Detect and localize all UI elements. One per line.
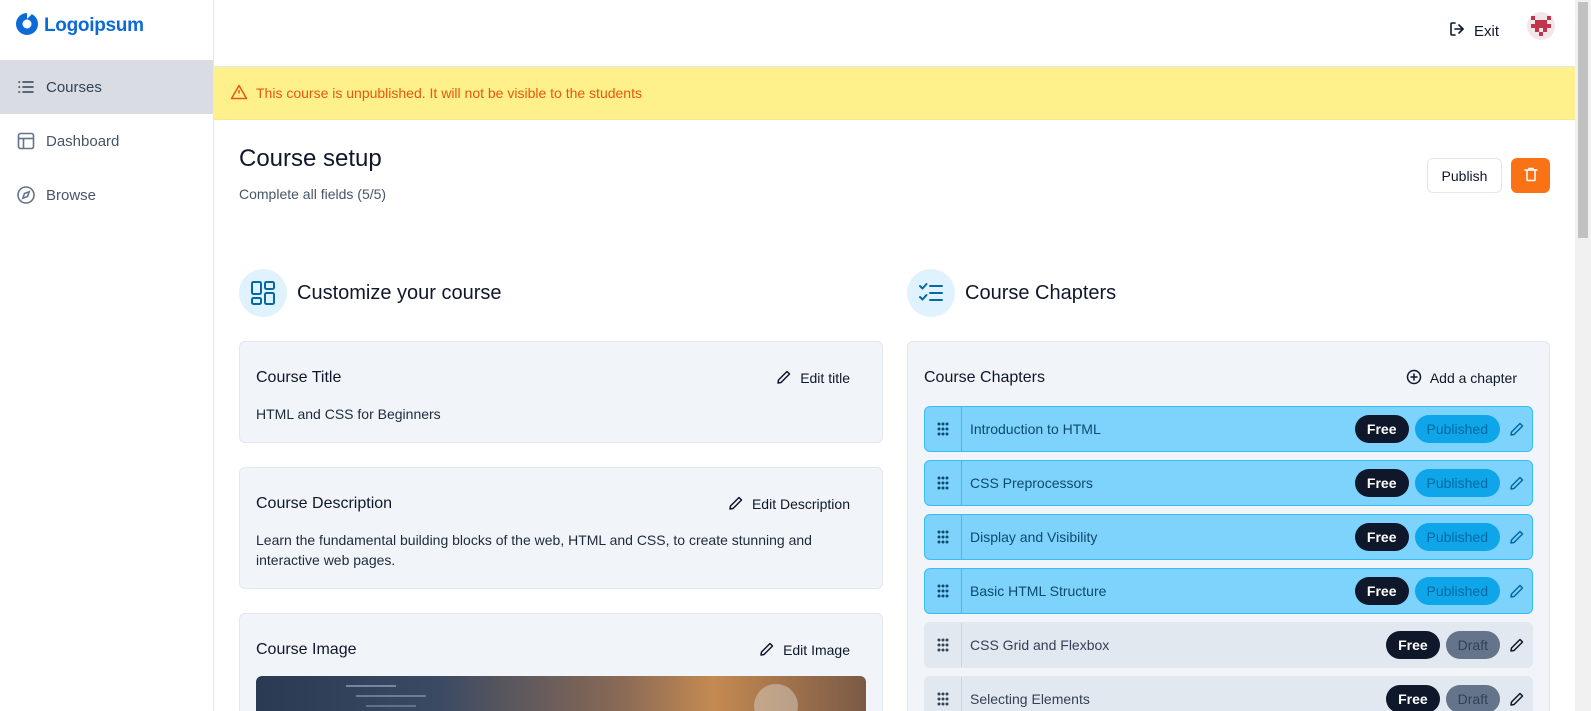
status-badge: Draft [1445,685,1500,711]
chapter-row[interactable]: CSS Preprocessors Free Published [924,460,1533,506]
sidebar-item-browse[interactable]: Browse [0,168,213,222]
edit-title-button[interactable]: Edit title [760,369,866,388]
grip-icon[interactable] [925,407,962,451]
course-description-label: Course Description [256,495,393,512]
pencil-icon [759,641,775,660]
chapter-row[interactable]: CSS Grid and Flexbox Free Draft [924,622,1533,668]
pencil-icon [776,369,792,388]
free-badge: Free [1386,631,1440,659]
chapters-card: Course Chapters Add a chapter Introducti… [907,341,1550,711]
grip-icon[interactable] [925,461,962,505]
course-image [256,676,866,711]
edit-title-label: Edit title [800,370,850,386]
pencil-icon[interactable] [1502,421,1532,437]
avatar[interactable] [1527,12,1555,40]
grip-icon[interactable] [925,569,962,613]
free-badge: Free [1354,415,1409,443]
chapter-title: CSS Grid and Flexbox [970,637,1110,653]
course-description-card: Course Description Edit Description Lear… [239,467,883,589]
exit-label: Exit [1473,22,1499,40]
plus-circle-icon [1406,369,1422,388]
publish-button[interactable]: Publish [1427,158,1502,193]
sidebar-nav: Courses Dashboard Browse [0,60,213,222]
sidebar-item-courses[interactable]: Courses [0,60,213,114]
chapter-row[interactable]: Display and Visibility Free Published [924,514,1533,560]
add-chapter-button[interactable]: Add a chapter [1390,369,1533,388]
edit-image-label: Edit Image [783,642,850,658]
pencil-icon[interactable] [1502,637,1532,653]
sidebar-item-dashboard[interactable]: Dashboard [0,114,213,168]
chapter-title: Basic HTML Structure [970,583,1107,599]
course-description-value: Learn the fundamental building blocks of… [256,532,812,568]
edit-image-button[interactable]: Edit Image [743,641,866,660]
status-badge: Published [1414,469,1500,497]
sidebar: Logoipsum Courses Dashboard Browse [0,0,214,711]
free-badge: Free [1354,523,1409,551]
pencil-icon[interactable] [1502,529,1532,545]
page-scrollbar[interactable] [1575,0,1591,711]
logout-icon [1448,20,1466,42]
course-title-label: Course Title [256,369,342,386]
customize-section-header: Customize your course [239,269,502,317]
trash-icon [1523,166,1539,185]
chapter-title: CSS Preprocessors [970,475,1093,491]
topbar: Exit [214,0,1575,67]
course-image-card: Course Image Edit Image [239,613,883,711]
chapter-title: Display and Visibility [970,529,1098,545]
pencil-icon [728,495,744,514]
exit-button[interactable]: Exit [1442,16,1505,46]
page-title: Course setup [239,145,382,172]
status-badge: Draft [1445,631,1500,659]
pencil-icon[interactable] [1502,583,1532,599]
free-badge: Free [1386,685,1440,711]
delete-button[interactable] [1511,158,1550,193]
pencil-icon[interactable] [1502,475,1532,491]
status-badge: Published [1414,415,1500,443]
add-chapter-label: Add a chapter [1429,370,1517,386]
logo-text: Logoipsum [44,14,144,36]
course-title-card: Course Title Edit title HTML and CSS for… [239,341,883,443]
completion-text: Complete all fields (5/5) [239,186,387,202]
chapter-row[interactable]: Selecting Elements Free Draft [924,676,1533,711]
status-badge: Published [1414,577,1500,605]
free-badge: Free [1354,469,1409,497]
unpublished-banner: This course is unpublished. It will not … [214,67,1575,120]
sidebar-item-label: Courses [46,78,102,96]
list-checks-icon [907,269,955,317]
edit-description-label: Edit Description [751,496,850,512]
logo-icon [14,10,40,41]
chapters-section-header: Course Chapters [907,269,1116,317]
free-badge: Free [1354,577,1409,605]
edit-description-button[interactable]: Edit Description [712,495,866,514]
chapter-title: Introduction to HTML [970,421,1101,437]
chapter-row[interactable]: Introduction to HTML Free Published [924,406,1533,452]
layout-dashboard-icon [239,269,287,317]
grip-icon[interactable] [925,623,962,667]
list-icon [16,77,36,97]
grip-icon[interactable] [925,515,962,559]
alert-triangle-icon [230,83,248,104]
chapters-section-title: Course Chapters [965,281,1117,304]
pencil-icon[interactable] [1502,691,1532,707]
layout-icon [16,131,36,151]
sidebar-item-label: Dashboard [46,132,120,150]
logo[interactable]: Logoipsum [14,10,144,41]
customize-title: Customize your course [297,281,502,304]
grip-icon[interactable] [925,677,962,711]
chapters-card-title: Course Chapters [924,369,1045,386]
chapter-row[interactable]: Basic HTML Structure Free Published [924,568,1533,614]
course-image-label: Course Image [256,641,357,658]
chapter-title: Selecting Elements [970,691,1090,707]
scrollbar-thumb[interactable] [1578,2,1588,238]
compass-icon [16,185,36,205]
banner-text: This course is unpublished. It will not … [256,85,642,101]
status-badge: Published [1414,523,1500,551]
course-title-value: HTML and CSS for Beginners [256,406,441,422]
sidebar-item-label: Browse [46,186,97,204]
